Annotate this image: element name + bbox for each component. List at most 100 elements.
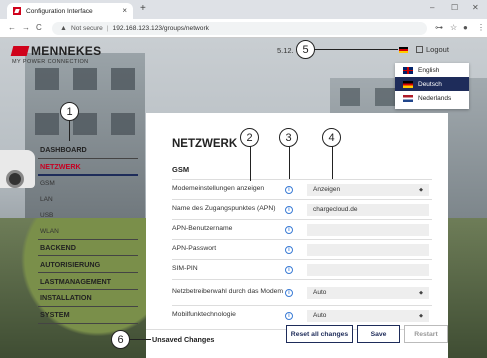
language-label: English (418, 66, 440, 74)
setting-label: APN-Passwort (172, 245, 217, 253)
apn-name-input[interactable]: chargecloud.de (307, 203, 429, 216)
setting-label: Modemeinstellungen anzeigen (172, 185, 265, 193)
url-field[interactable]: ▲ Not secure | 192.168.123.123/groups/ne… (52, 22, 427, 35)
setting-row: Name des Zugangspunktes (APN) i chargecl… (172, 199, 432, 219)
restart-button[interactable]: Restart (404, 325, 448, 343)
browser-tab[interactable]: Configuration Interface × (7, 3, 133, 19)
new-tab-button[interactable]: + (140, 3, 146, 14)
callout-line (129, 339, 151, 341)
apn-password-input[interactable] (307, 243, 429, 256)
browser-tab-strip: Configuration Interface × + – ☐ ✕ (0, 0, 487, 19)
back-arrow-icon[interactable]: ← (8, 23, 16, 32)
close-tab-icon[interactable]: × (122, 6, 127, 15)
mennekes-favicon-icon (13, 7, 21, 15)
sidebar-item-wlan[interactable]: WLAN (38, 224, 138, 240)
language-label: Deutsch (418, 80, 442, 88)
callout-1: 1 (60, 102, 79, 121)
address-bar-row: ← → C ▲ Not secure | 192.168.123.123/gro… (0, 19, 487, 38)
info-icon[interactable]: i (285, 245, 293, 254)
section-title-gsm: GSM (172, 165, 190, 174)
language-dropdown: English Deutsch Nederlands (395, 63, 469, 109)
reload-icon[interactable]: C (36, 23, 42, 32)
callout-line (314, 49, 398, 51)
callout-5: 5 (296, 40, 315, 59)
info-icon[interactable]: i (285, 311, 293, 320)
logout-button[interactable]: Logout (416, 45, 449, 54)
setting-row: Modemeinstellungen anzeigen i Anzeigen (172, 179, 432, 199)
callout-line (332, 146, 334, 179)
page-background: MENNEKES MY POWER CONNECTION 5.12. Logou… (0, 38, 487, 358)
callout-3: 3 (279, 128, 298, 147)
mobile-technology-select[interactable]: Auto (307, 309, 429, 322)
sidebar-item-backend[interactable]: BACKEND (38, 240, 138, 257)
info-icon[interactable]: i (285, 205, 293, 214)
url-separator: | (106, 25, 109, 32)
not-secure-label: Not secure (70, 25, 103, 32)
language-label: Nederlands (418, 94, 452, 102)
logout-label: Logout (426, 45, 449, 54)
brand-name: MENNEKES (31, 44, 102, 58)
key-icon[interactable]: ⊶ (435, 23, 443, 32)
setting-label: APN-Benutzername (172, 225, 233, 233)
uk-flag-icon (403, 66, 413, 74)
callout-line (250, 146, 252, 181)
callout-6: 6 (111, 330, 130, 349)
setting-row: APN-Benutzername i (172, 219, 432, 239)
profile-icon[interactable]: ● (463, 23, 468, 32)
callout-4: 4 (322, 128, 341, 147)
german-flag-icon[interactable] (399, 47, 408, 53)
callout-line (69, 121, 71, 141)
callout-2: 2 (240, 128, 259, 147)
apn-username-input[interactable] (307, 223, 429, 236)
sidebar-item-lan[interactable]: LAN (38, 192, 138, 208)
setting-label: Netzbetreiberwahl durch das Modem (172, 288, 284, 296)
callout-line (289, 146, 291, 179)
reset-all-changes-button[interactable]: Reset all changes (286, 325, 353, 343)
sidebar-nav: DASHBOARD NETZWERK GSM LAN USB WLAN BACK… (38, 142, 138, 324)
save-button[interactable]: Save (357, 325, 400, 343)
warning-icon: ▲ (60, 25, 67, 32)
language-option-english[interactable]: English (395, 63, 469, 77)
brand-tagline: MY POWER CONNECTION (12, 59, 89, 65)
background-car-wheel (6, 170, 24, 188)
setting-row: APN-Passwort i (172, 239, 432, 259)
modem-settings-select[interactable]: Anzeigen (307, 183, 429, 196)
unsaved-changes-label: Unsaved Changes (152, 335, 215, 344)
network-operator-select[interactable]: Auto (307, 286, 429, 299)
page-title: NETZWERK (172, 138, 238, 150)
sidebar-item-gsm[interactable]: GSM (38, 176, 138, 192)
sidebar-item-installation[interactable]: INSTALLATION (38, 290, 138, 307)
setting-label: SIM-PIN (172, 265, 198, 273)
setting-label: Mobilfunktechnologie (172, 311, 236, 319)
firmware-version: 5.12. (277, 46, 294, 55)
minimize-icon[interactable]: – (430, 3, 434, 12)
setting-row: SIM-PIN i (172, 259, 432, 279)
info-icon[interactable]: i (285, 288, 293, 297)
sidebar-item-autorisierung[interactable]: AUTORISIERUNG (38, 256, 138, 274)
sim-pin-input[interactable] (307, 263, 429, 276)
german-flag-icon (403, 80, 413, 88)
tab-title: Configuration Interface (26, 7, 93, 15)
settings-panel: NETZWERK GSM Modemeinstellungen anzeigen… (146, 113, 448, 329)
close-window-icon[interactable]: ✕ (472, 3, 479, 12)
language-option-deutsch[interactable]: Deutsch (395, 77, 469, 91)
sidebar-item-system[interactable]: SYSTEM (38, 307, 138, 324)
language-option-nederlands[interactable]: Nederlands (395, 91, 469, 105)
url-text: 192.168.123.123/groups/network (112, 25, 209, 32)
info-icon[interactable]: i (285, 185, 293, 194)
forward-arrow-icon[interactable]: → (22, 23, 30, 32)
mennekes-logo[interactable]: MENNEKES MY POWER CONNECTION (10, 44, 102, 65)
setting-row: Mobilfunktechnologie i Auto (172, 305, 432, 325)
info-icon[interactable]: i (285, 225, 293, 234)
setting-row: Netzbetreiberwahl durch das Modem i Auto (172, 279, 432, 305)
sidebar-item-lastmanagement[interactable]: LASTMANAGEMENT (38, 273, 138, 290)
dutch-flag-icon (403, 94, 413, 102)
maximize-icon[interactable]: ☐ (451, 3, 458, 12)
menu-dots-icon[interactable]: ⋮ (477, 23, 485, 32)
star-icon[interactable]: ☆ (450, 23, 457, 32)
sidebar-item-usb[interactable]: USB (38, 208, 138, 224)
info-icon[interactable]: i (285, 265, 293, 274)
sidebar-item-dashboard[interactable]: DASHBOARD (38, 142, 138, 159)
mennekes-logo-mark-icon (10, 46, 30, 56)
sidebar-item-netzwerk[interactable]: NETZWERK (38, 159, 138, 176)
